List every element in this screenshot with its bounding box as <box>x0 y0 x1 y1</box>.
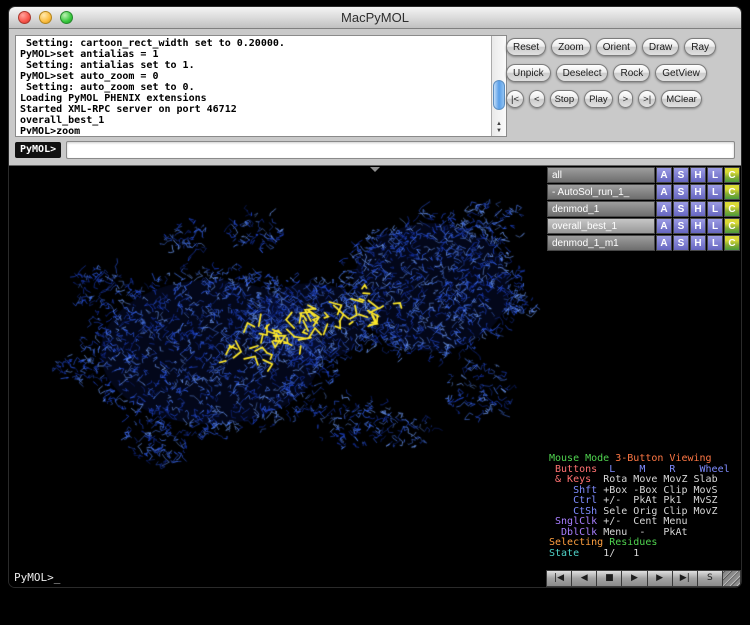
scrollbar-thumb[interactable] <box>493 80 505 110</box>
minimize-button[interactable] <box>39 11 52 24</box>
object-a-menu-button[interactable]: A <box>656 201 672 217</box>
movie-rewind-button[interactable]: |◀ <box>546 570 572 587</box>
object-name-button[interactable]: - AutoSol_run_1_ <box>547 184 655 200</box>
object-c-menu-button[interactable]: C <box>724 218 740 234</box>
stop-button[interactable]: Stop <box>550 90 580 108</box>
play-button[interactable]: Play <box>584 90 612 108</box>
macpymol-window: MacPyMOL Setting: cartoon_rect_width set… <box>8 6 742 588</box>
draw-button[interactable]: Draw <box>642 38 679 56</box>
object-a-menu-button[interactable]: A <box>656 167 672 183</box>
movie-play-button[interactable]: ▶ <box>622 570 647 587</box>
object-s-menu-button[interactable]: S <box>673 201 689 217</box>
object-h-menu-button[interactable]: H <box>690 184 706 200</box>
object-h-menu-button[interactable]: H <box>690 235 706 251</box>
object-row: denmod_1ASHLC <box>547 201 740 217</box>
mclear-button[interactable]: MClear <box>661 90 702 108</box>
object-s-menu-button[interactable]: S <box>673 218 689 234</box>
object-h-menu-button[interactable]: H <box>690 218 706 234</box>
control-button-panel: Reset Zoom Orient Draw Ray Unpick DeselectRock… <box>506 38 736 108</box>
main-area: PyMOL>_ allASHLC- AutoSol_run_1_ASHLCden… <box>9 167 741 587</box>
object-s-menu-button[interactable]: S <box>673 184 689 200</box>
movie-stop-button[interactable]: ■ <box>597 570 622 587</box>
movie-controls: |◀◀■▶▶▶|S <box>546 570 741 587</box>
window-title: MacPyMOL <box>9 7 741 28</box>
object-c-menu-button[interactable]: C <box>724 167 740 183</box>
object-c-menu-button[interactable]: C <box>724 184 740 200</box>
zoom-button[interactable]: Zoom <box>551 38 591 56</box>
object-row: allASHLC <box>547 167 740 183</box>
object-a-menu-button[interactable]: A <box>656 184 672 200</box>
movie-forward-button[interactable]: ▶ <box>648 570 673 587</box>
object-a-menu-button[interactable]: A <box>656 235 672 251</box>
resize-grip[interactable] <box>723 570 741 587</box>
console-scrollbar[interactable]: ▲▼ <box>491 36 506 136</box>
movie-end-button[interactable]: ▶| <box>673 570 698 587</box>
rock-button[interactable]: Rock <box>613 64 650 82</box>
viewport-3d[interactable]: PyMOL>_ <box>9 167 546 587</box>
object-h-menu-button[interactable]: H <box>690 167 706 183</box>
object-h-menu-button[interactable]: H <box>690 201 706 217</box>
object-list: allASHLC- AutoSol_run_1_ASHLCdenmod_1ASH… <box>546 167 741 251</box>
object-l-menu-button[interactable]: L <box>707 167 723 183</box>
scrollbar-arrows[interactable]: ▲▼ <box>492 121 506 135</box>
object-row: overall_best_1ASHLC <box>547 218 740 234</box>
reset-button[interactable]: Reset <box>506 38 546 56</box>
getview-button[interactable]: GetView <box>655 64 707 82</box>
viewport-prompt: PyMOL>_ <box>14 571 60 584</box>
molecule-canvas[interactable] <box>9 167 548 588</box>
object-row: denmod_1_m1ASHLC <box>547 235 740 251</box>
command-row: PyMOL> <box>15 141 735 159</box>
unpick-button[interactable]: Unpick <box>506 64 551 82</box>
window-controls <box>18 11 73 24</box>
close-button[interactable] <box>18 11 31 24</box>
command-input[interactable] <box>66 141 735 159</box>
movie-s-button[interactable]: S <box>698 570 723 587</box>
object-l-menu-button[interactable]: L <box>707 218 723 234</box>
title-bar[interactable]: MacPyMOL <box>9 7 741 29</box>
object-s-menu-button[interactable]: S <box>673 235 689 251</box>
console-text: Setting: cartoon_rect_width set to 0.200… <box>20 38 488 134</box>
object-c-menu-button[interactable]: C <box>724 235 740 251</box>
maximize-button[interactable] <box>60 11 73 24</box>
rewind-button[interactable]: |< <box>506 90 524 108</box>
orient-button[interactable]: Orient <box>596 38 637 56</box>
object-c-menu-button[interactable]: C <box>724 201 740 217</box>
object-name-button[interactable]: all <box>547 167 655 183</box>
object-a-menu-button[interactable]: A <box>656 218 672 234</box>
ray-button[interactable]: Ray <box>684 38 716 56</box>
upper-panel: Setting: cartoon_rect_width set to 0.200… <box>9 29 741 166</box>
pane-divider-grip[interactable] <box>370 167 380 172</box>
forward-button[interactable]: > <box>618 90 634 108</box>
mouse-mode-panel: Mouse Mode 3-Button Viewing Buttons L M … <box>549 454 741 559</box>
object-l-menu-button[interactable]: L <box>707 201 723 217</box>
end-button[interactable]: >| <box>638 90 656 108</box>
object-l-menu-button[interactable]: L <box>707 184 723 200</box>
object-l-menu-button[interactable]: L <box>707 235 723 251</box>
object-panel: allASHLC- AutoSol_run_1_ASHLCdenmod_1ASH… <box>546 167 741 587</box>
object-name-button[interactable]: overall_best_1 <box>547 218 655 234</box>
movie-back-button[interactable]: ◀ <box>572 570 597 587</box>
object-name-button[interactable]: denmod_1_m1 <box>547 235 655 251</box>
back-button[interactable]: < <box>529 90 545 108</box>
object-s-menu-button[interactable]: S <box>673 167 689 183</box>
command-prompt-label: PyMOL> <box>15 142 61 158</box>
object-name-button[interactable]: denmod_1 <box>547 201 655 217</box>
deselect-button[interactable]: Deselect <box>556 64 609 82</box>
console-log[interactable]: Setting: cartoon_rect_width set to 0.200… <box>15 35 507 137</box>
object-row: - AutoSol_run_1_ASHLC <box>547 184 740 200</box>
